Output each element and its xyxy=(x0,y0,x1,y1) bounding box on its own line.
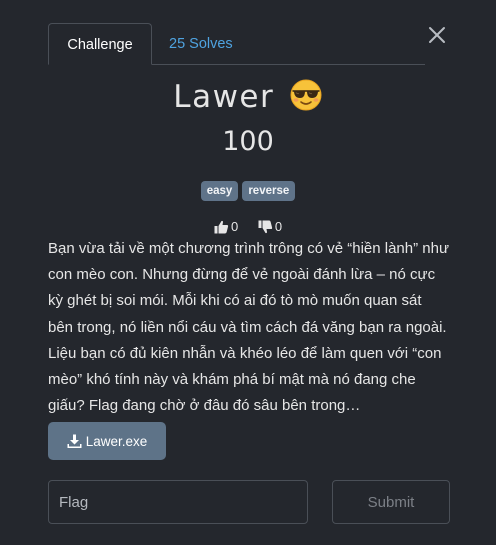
challenge-header: Lawer xyxy=(0,79,496,121)
challenge-name: Lawer xyxy=(173,79,275,115)
upvote-button[interactable]: 0 xyxy=(214,219,238,234)
tag-badge: easy xyxy=(200,181,239,201)
challenge-modal: Challenge 25 Solves Lawer 100 easy rever… xyxy=(0,0,496,545)
tab-bar: Challenge 25 Solves xyxy=(48,23,425,65)
close-icon[interactable] xyxy=(426,24,448,46)
download-file-button[interactable]: Lawer.exe xyxy=(48,422,166,460)
thumbs-down-icon xyxy=(258,220,272,233)
tag-badge: reverse xyxy=(242,181,296,201)
sunglasses-face-icon xyxy=(289,78,323,112)
tab-solves[interactable]: 25 Solves xyxy=(169,23,233,65)
upvote-count: 0 xyxy=(230,219,239,234)
flag-input[interactable] xyxy=(48,480,308,524)
downvote-count: 0 xyxy=(274,219,283,234)
file-name: Lawer.exe xyxy=(85,433,148,449)
challenge-description: Bạn vừa tải về một chương trình trông có… xyxy=(48,240,450,415)
tag-list: easy reverse xyxy=(0,181,496,201)
download-icon xyxy=(67,434,82,448)
challenge-value: 100 xyxy=(222,126,274,157)
downvote-button[interactable]: 0 xyxy=(258,219,282,234)
tab-challenge[interactable]: Challenge xyxy=(48,23,152,65)
thumbs-up-icon xyxy=(214,220,229,233)
vote-bar: 0 0 xyxy=(0,219,496,237)
submit-button[interactable]: Submit xyxy=(332,480,450,524)
